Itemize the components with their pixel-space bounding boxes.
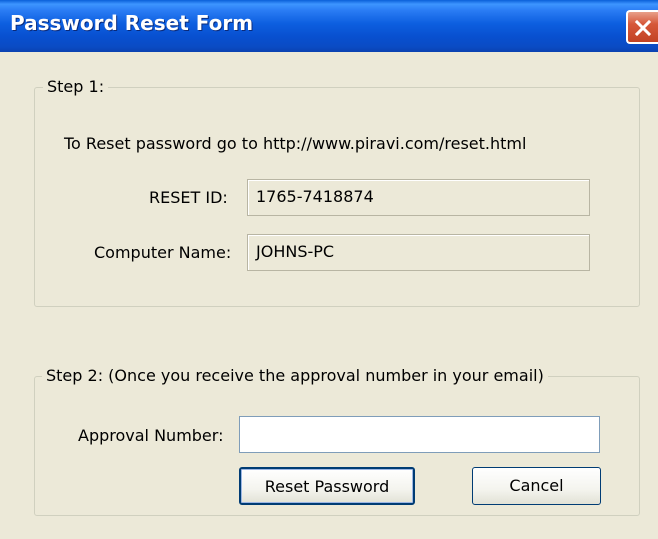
- step1-title: Step 1:: [43, 77, 109, 97]
- reset-instruction: To Reset password go to http://www.pirav…: [64, 134, 527, 153]
- computer-name-field[interactable]: JOHNS-PC: [247, 234, 590, 271]
- reset-id-label: RESET ID:: [149, 188, 228, 207]
- computer-name-label: Computer Name:: [94, 243, 232, 262]
- window-title: Password Reset Form: [10, 11, 254, 35]
- approval-number-input[interactable]: [239, 416, 600, 453]
- step2-title: Step 2: (Once you receive the approval n…: [42, 366, 548, 386]
- reset-password-button[interactable]: Reset Password: [239, 467, 415, 505]
- reset-id-field[interactable]: 1765-7418874: [247, 179, 590, 216]
- title-bar[interactable]: Password Reset Form: [0, 0, 658, 52]
- close-icon: [634, 19, 652, 37]
- close-button[interactable]: [626, 10, 658, 44]
- password-reset-window: Password Reset Form Step 1: To Reset pas…: [0, 0, 658, 539]
- approval-number-label: Approval Number:: [78, 426, 224, 445]
- cancel-button[interactable]: Cancel: [472, 467, 601, 505]
